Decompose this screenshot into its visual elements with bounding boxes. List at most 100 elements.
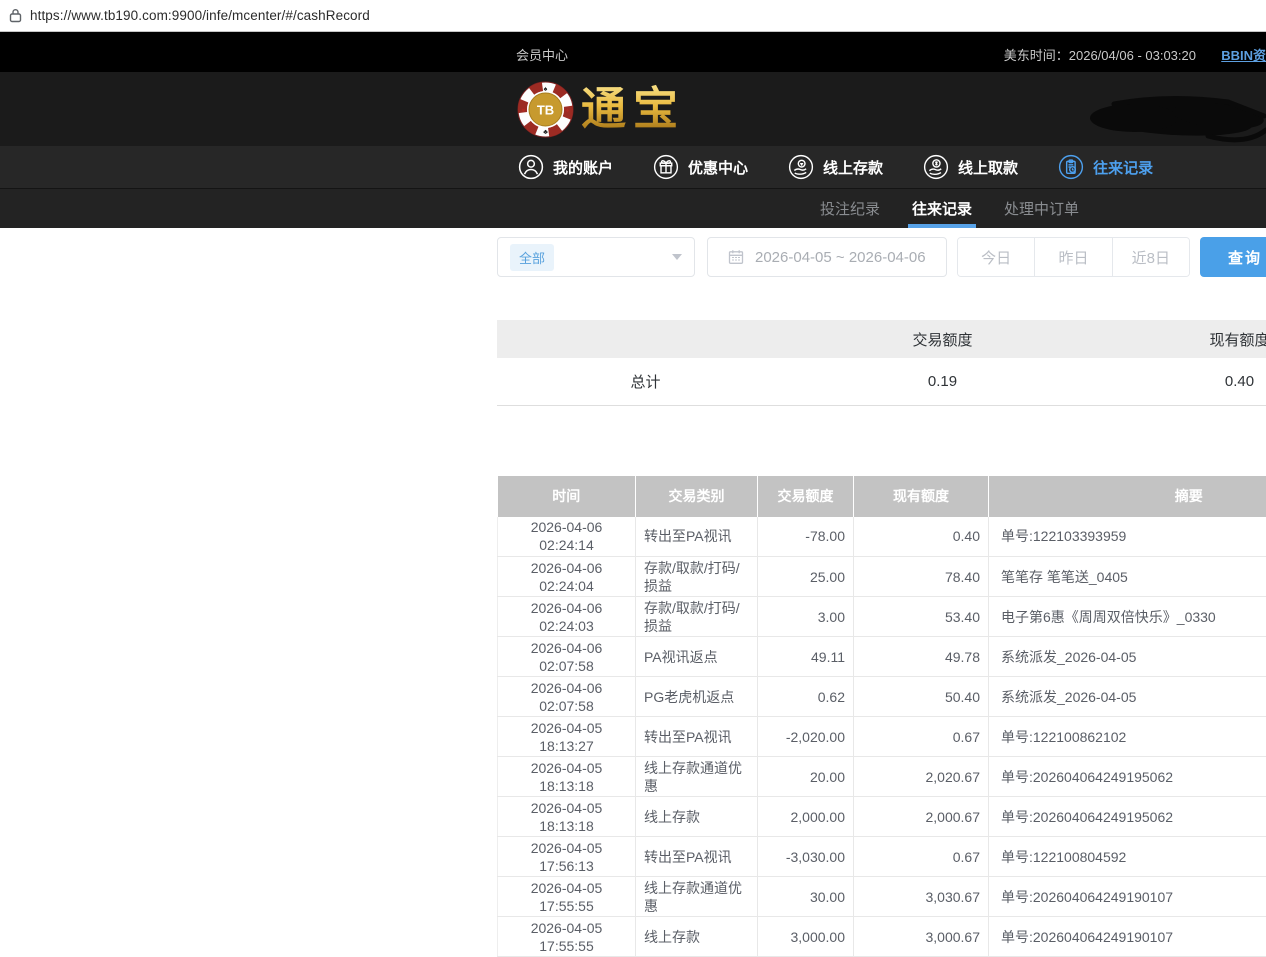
col-note: 摘要 <box>989 476 1266 517</box>
cell-time: 2026-04-05 18:13:18 <box>498 757 636 797</box>
cell-time: 2026-04-06 02:07:58 <box>498 677 636 717</box>
cell-trade-amount: 3,000.00 <box>758 917 854 957</box>
cell-type: 转出至PA视讯 <box>636 837 758 877</box>
col-balance: 现有额度 <box>854 476 989 517</box>
cell-type: 线上存款 <box>636 917 758 957</box>
cell-trade-amount: 2,000.00 <box>758 797 854 837</box>
col-type: 交易类别 <box>636 476 758 517</box>
cell-trade-amount: 25.00 <box>758 557 854 597</box>
last-8-days-button[interactable]: 近8日 <box>1113 238 1189 276</box>
cell-time: 2026-04-05 18:13:18 <box>498 797 636 837</box>
content-area: 全部 2026-04-05 ~ 2026-04-06 今日 昨日 近8日 查询 … <box>497 237 1266 957</box>
url-text[interactable]: https://www.tb190.com:9900/infe/mcenter/… <box>30 8 370 23</box>
category-select[interactable]: 全部 <box>497 237 695 277</box>
table-row: 2026-04-05 18:13:27 转出至PA视讯 -2,020.00 0.… <box>498 717 1266 757</box>
cell-type: 线上存款通道优惠 <box>636 877 758 917</box>
summary-total-row: 总计 0.19 0.40 <box>497 358 1266 405</box>
tab-label: 往来记录 <box>912 198 972 219</box>
cell-balance: 0.67 <box>854 837 989 877</box>
cell-note: 系统派发_2026-04-05 <box>989 637 1266 677</box>
table-row: 2026-04-06 02:24:04 存款/取款/打码/损益 25.00 78… <box>498 557 1266 597</box>
col-time: 时间 <box>498 476 636 517</box>
table-row: 2026-04-05 17:55:55 线上存款 3,000.00 3,000.… <box>498 917 1266 957</box>
tab-cash-records[interactable]: 往来记录 <box>912 189 972 228</box>
summary-header-trade-amount: 交易额度 <box>794 320 1091 358</box>
tab-label: 投注纪录 <box>820 198 880 219</box>
nav-label: 线上取款 <box>958 157 1018 178</box>
search-button[interactable]: 查询 <box>1200 237 1266 277</box>
nav-item-cash-records[interactable]: 往来记录 <box>1058 154 1153 180</box>
today-button[interactable]: 今日 <box>958 238 1035 276</box>
cell-type: PG老虎机返点 <box>636 677 758 717</box>
yesterday-button[interactable]: 昨日 <box>1035 238 1112 276</box>
member-center-label: 会员中心 <box>516 45 568 64</box>
gift-icon <box>653 154 679 180</box>
cell-balance: 3,030.67 <box>854 877 989 917</box>
bbin-link[interactable]: BBIN资 <box>1221 45 1266 64</box>
nav-item-deposit[interactable]: 线上存款 <box>788 154 883 180</box>
date-range-input[interactable]: 2026-04-05 ~ 2026-04-06 <box>707 237 947 277</box>
withdraw-icon <box>923 154 949 180</box>
browser-url-bar[interactable]: https://www.tb190.com:9900/infe/mcenter/… <box>0 0 1266 32</box>
cell-balance: 2,000.67 <box>854 797 989 837</box>
us-time-label: 美东时间：2026/04/06 - 03:03:20 <box>1004 45 1196 64</box>
cell-trade-amount: 3.00 <box>758 597 854 637</box>
nav-label: 优惠中心 <box>688 157 748 178</box>
cell-note: 单号:122103393959 <box>989 517 1266 557</box>
brand-name: 通宝 <box>581 80 685 138</box>
svg-text:♣: ♣ <box>543 129 548 136</box>
filter-bar: 全部 2026-04-05 ~ 2026-04-06 今日 昨日 近8日 查询 <box>497 237 1266 277</box>
table-row: 2026-04-05 17:55:55 线上存款通道优惠 30.00 3,030… <box>498 877 1266 917</box>
svg-text:♦: ♦ <box>566 107 570 114</box>
cell-time: 2026-04-05 17:55:55 <box>498 917 636 957</box>
tab-betting-records[interactable]: 投注纪录 <box>820 189 880 228</box>
cell-trade-amount: 0.62 <box>758 677 854 717</box>
cell-time: 2026-04-05 17:55:55 <box>498 877 636 917</box>
cell-note: 系统派发_2026-04-05 <box>989 677 1266 717</box>
cell-type: 转出至PA视讯 <box>636 517 758 557</box>
chevron-down-icon <box>672 254 682 260</box>
cell-balance: 49.78 <box>854 637 989 677</box>
table-row: 2026-04-05 17:56:13 转出至PA视讯 -3,030.00 0.… <box>498 837 1266 877</box>
cell-balance: 2,020.67 <box>854 757 989 797</box>
cell-balance: 0.40 <box>854 517 989 557</box>
cell-note: 单号:202604064249190107 <box>989 917 1266 957</box>
sub-nav: 投注纪录 往来记录 处理中订单 <box>0 188 1266 228</box>
cell-note: 单号:202604064249195062 <box>989 757 1266 797</box>
cell-type: 线上存款 <box>636 797 758 837</box>
site-logo[interactable]: TB ♠ ♣ ♥ ♦ 通宝 <box>517 80 685 138</box>
cell-note: 单号:202604064249190107 <box>989 877 1266 917</box>
nav-item-my-account[interactable]: 我的账户 <box>518 154 613 180</box>
cell-time: 2026-04-05 17:56:13 <box>498 837 636 877</box>
cell-time: 2026-04-06 02:24:03 <box>498 597 636 637</box>
cell-balance: 78.40 <box>854 557 989 597</box>
table-row: 2026-04-05 18:13:18 线上存款 2,000.00 2,000.… <box>498 797 1266 837</box>
cell-type: 转出至PA视讯 <box>636 717 758 757</box>
table-row: 2026-04-05 18:13:18 线上存款通道优惠 20.00 2,020… <box>498 757 1266 797</box>
records-icon <box>1058 154 1084 180</box>
cell-balance: 53.40 <box>854 597 989 637</box>
cell-note: 单号:122100804592 <box>989 837 1266 877</box>
cell-trade-amount: 20.00 <box>758 757 854 797</box>
user-icon <box>518 154 544 180</box>
tab-pending-orders[interactable]: 处理中订单 <box>1004 189 1079 228</box>
summary-trade-total: 0.19 <box>794 358 1091 405</box>
cell-note: 单号:202604064249195062 <box>989 797 1266 837</box>
topbar: 会员中心 美东时间：2026/04/06 - 03:03:20 BBIN资 <box>0 32 1266 72</box>
summary-table: 交易额度 现有额度 总计 0.19 0.40 <box>497 320 1266 406</box>
poker-chip-icon: TB ♠ ♣ ♥ ♦ <box>517 81 574 138</box>
main-nav: 我的账户 优惠中心 线上存款 线上取款 <box>0 146 1266 188</box>
cell-balance: 3,000.67 <box>854 917 989 957</box>
quick-date-button-group: 今日 昨日 近8日 <box>957 237 1190 277</box>
nav-item-withdraw[interactable]: 线上取款 <box>923 154 1018 180</box>
cell-time: 2026-04-06 02:24:04 <box>498 557 636 597</box>
deposit-icon <box>788 154 814 180</box>
cell-balance: 50.40 <box>854 677 989 717</box>
date-range-value: 2026-04-05 ~ 2026-04-06 <box>755 249 926 266</box>
records-header-row: 时间 交易类别 交易额度 现有额度 摘要 <box>498 476 1266 517</box>
selected-category-tag[interactable]: 全部 <box>510 244 554 271</box>
calendar-icon <box>728 249 744 265</box>
cell-trade-amount: -2,020.00 <box>758 717 854 757</box>
cell-type: 线上存款通道优惠 <box>636 757 758 797</box>
nav-item-promotions[interactable]: 优惠中心 <box>653 154 748 180</box>
